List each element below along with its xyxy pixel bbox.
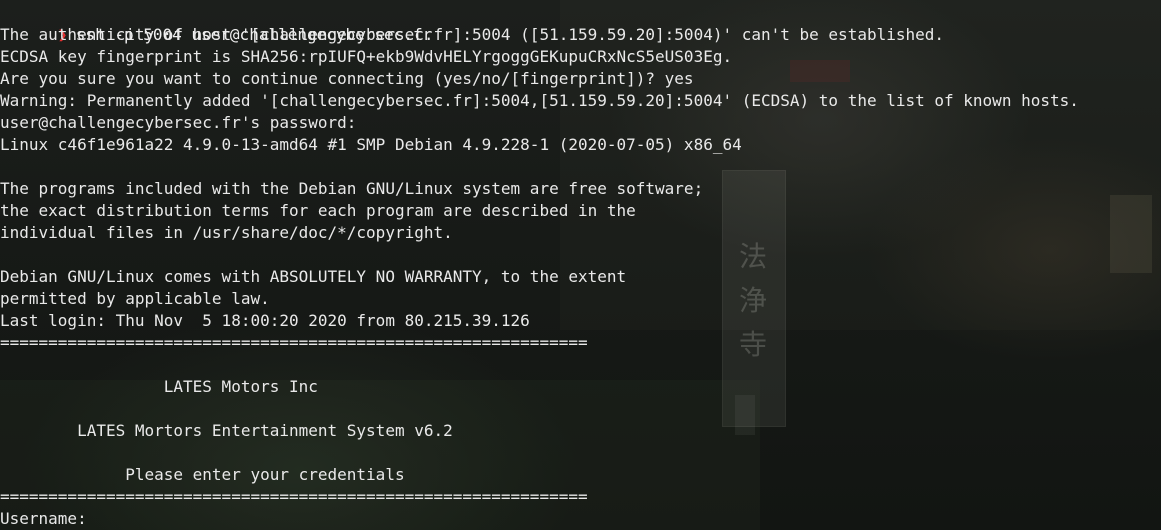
terminal-output: ❯ ssh -p 5004 user@challengecybersec.fr T… [0, 0, 1161, 530]
output-line: ========================================… [0, 487, 588, 506]
output-line: Linux c46f1e961a22 4.9.0-13-amd64 #1 SMP… [0, 135, 742, 154]
output-line: Are you sure you want to continue connec… [0, 69, 694, 88]
output-line: individual files in /usr/share/doc/*/cop… [0, 223, 453, 242]
output-line: LATES Motors Inc [0, 377, 318, 396]
output-line: Debian GNU/Linux comes with ABSOLUTELY N… [0, 267, 627, 286]
output-line: LATES Mortors Entertainment System v6.2 [0, 421, 453, 440]
output-line: permitted by applicable law. [0, 289, 270, 308]
output-line: The programs included with the Debian GN… [0, 179, 704, 198]
output-line: user@challengecybersec.fr's password: [0, 113, 357, 132]
terminal-window[interactable]: 法浄寺 ❯ ssh -p 5004 user@challengecybersec.… [0, 0, 1161, 530]
output-line: The authenticity of host '[challengecybe… [0, 25, 945, 44]
output-line: Last login: Thu Nov 5 18:00:20 2020 from… [0, 311, 530, 330]
output-line: the exact distribution terms for each pr… [0, 201, 636, 220]
output-line: ========================================… [0, 333, 588, 352]
output-line: ECDSA key fingerprint is SHA256:rpIUFQ+e… [0, 47, 733, 66]
output-line: Warning: Permanently added '[challengecy… [0, 91, 1079, 110]
prompt-line: ❯ ssh -p 5004 user@challengecybersec.fr [0, 2, 432, 44]
output-line: Please enter your credentials [0, 465, 405, 484]
output-line: Username: [0, 509, 87, 528]
